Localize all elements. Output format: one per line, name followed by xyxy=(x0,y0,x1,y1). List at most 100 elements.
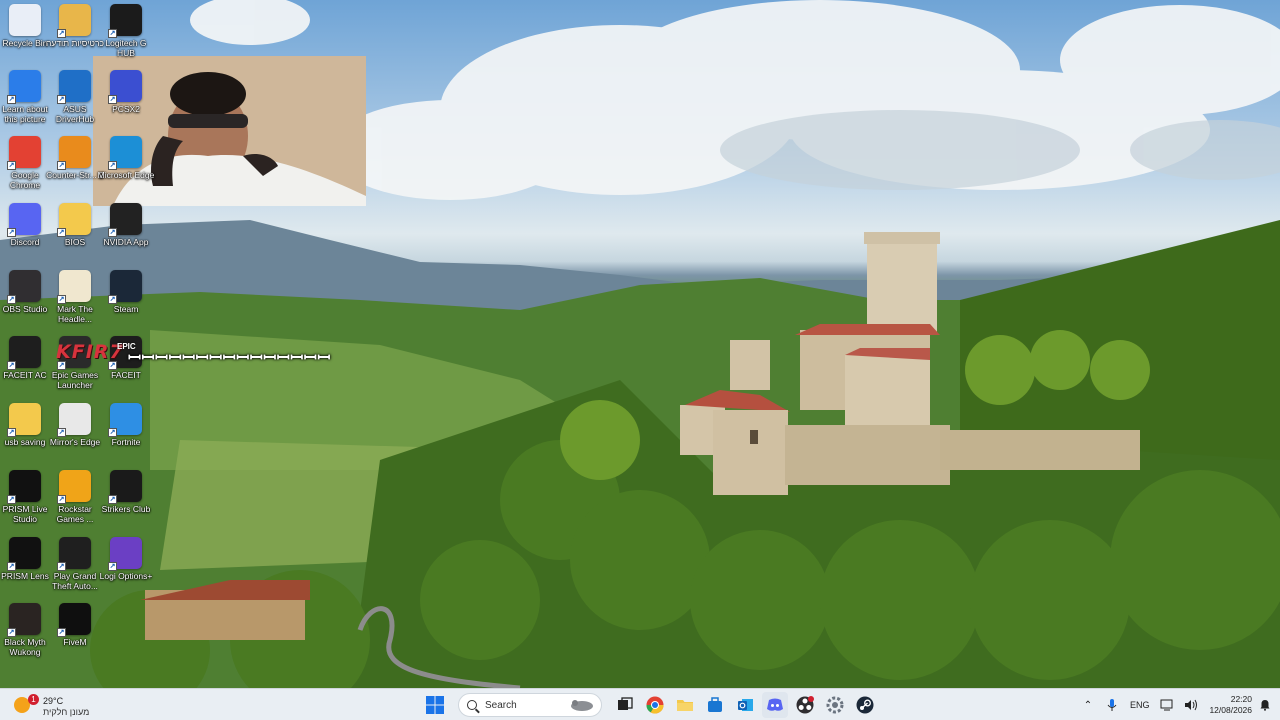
input-language-indicator[interactable]: ENG xyxy=(1130,700,1150,710)
shortcut-arrow-icon: ↗ xyxy=(57,428,66,437)
desktop-icon[interactable]: ↗ PRISM Live Studio xyxy=(0,470,50,534)
shortcut-arrow-icon: ↗ xyxy=(108,562,117,571)
desktop-icon[interactable]: ↗ Fortnite xyxy=(101,403,151,467)
desktop-icon-label: FACEIT xyxy=(111,370,141,380)
desktop-icon-label: NVIDIA App xyxy=(103,237,149,247)
kfir7-logo-text: KFIR7 xyxy=(56,341,124,363)
desktop-icon[interactable]: ↗ PRISM Lens xyxy=(0,537,50,601)
desktop-icon[interactable]: Recycle Bin xyxy=(0,4,50,68)
shortcut-arrow-icon: ↗ xyxy=(57,29,66,38)
desktop-icon[interactable]: ↗ ASUS DriverHub xyxy=(50,70,100,134)
shortcut-arrow-icon: ↗ xyxy=(7,95,16,104)
desktop-icon-label: Mark The Headle... xyxy=(57,304,93,324)
shortcut-arrow-icon: ↗ xyxy=(7,228,16,237)
fivem-icon: ↗ xyxy=(57,603,91,637)
network-icon[interactable] xyxy=(1160,698,1174,712)
settings-taskbar-button[interactable] xyxy=(822,692,848,718)
shortcut-arrow-icon: ↗ xyxy=(7,495,16,504)
desktop-icon[interactable]: ↗ FACEIT AC xyxy=(0,336,50,400)
search-placeholder: Search xyxy=(485,699,517,711)
shortcut-arrow-icon: ↗ xyxy=(108,95,117,104)
desktop-icon[interactable]: ↗ PCSX2 xyxy=(101,70,151,134)
shortcut-arrow-icon: ↗ xyxy=(108,29,117,38)
weather-widget[interactable]: 1 29°C מעונן חלקית xyxy=(10,692,100,718)
desktop-icon-label: FiveM xyxy=(63,637,87,647)
desktop-icon[interactable]: ↗ Mirror's Edge xyxy=(50,403,100,467)
system-tray: ⌃ ENG 22:20 12/08/2026 xyxy=(1076,689,1280,720)
faceit-ac-icon: ↗ xyxy=(7,336,41,370)
steam-taskbar-button[interactable] xyxy=(852,692,878,718)
glitch-text: ꟷꟷꟷꟷꟷꟷꟷꟷꟷꟷꟷꟷꟷꟷꟷ xyxy=(128,348,331,367)
shortcut-arrow-icon: ↗ xyxy=(7,361,16,370)
shortcut-arrow-icon: ↗ xyxy=(57,628,66,637)
shortcut-arrow-icon: ↗ xyxy=(7,562,16,571)
notification-bell-icon[interactable] xyxy=(1260,699,1270,711)
desktop-icon[interactable]: ↗ Counter-Str... 2 xyxy=(46,136,104,200)
desktop-icon[interactable]: ↗ Steam xyxy=(101,270,151,334)
desktop-icon[interactable]: ↗ Rockstar Games ... xyxy=(50,470,100,534)
desktop-icon[interactable]: ↗ Play Grand Theft Auto... xyxy=(50,537,100,601)
desktop-icon[interactable]: ↗ usb saving xyxy=(0,403,50,467)
shortcut-arrow-icon: ↗ xyxy=(7,428,16,437)
desktop-icon[interactable]: ↗ Strikers Club xyxy=(101,470,151,534)
taskbar-search-box[interactable]: Search xyxy=(458,693,602,717)
cartoon-icon: ↗ xyxy=(57,270,91,304)
volume-icon[interactable] xyxy=(1184,698,1198,712)
shortcut-arrow-icon: ↗ xyxy=(108,495,117,504)
shortcut-arrow-icon: ↗ xyxy=(7,161,16,170)
chrome-icon: ↗ xyxy=(7,136,41,170)
store-taskbar-button[interactable] xyxy=(702,692,728,718)
obs-icon: ↗ xyxy=(7,270,41,304)
settings-gear-icon xyxy=(826,696,844,714)
desktop-icon[interactable]: ↗ Mark The Headle... xyxy=(50,270,100,334)
desktop-icon[interactable]: ↗ כרטיסיות תודעה xyxy=(46,4,104,68)
desktop-icon-label: Mirror's Edge xyxy=(49,437,101,447)
start-button[interactable] xyxy=(422,692,448,718)
desktop-icon[interactable]: ↗ NVIDIA App xyxy=(101,203,151,267)
clock-date: 12/08/2026 xyxy=(1209,705,1252,715)
black-myth-icon: ↗ xyxy=(7,603,41,637)
taskbar-clock[interactable]: 22:20 12/08/2026 xyxy=(1209,694,1252,716)
taskbar-center: Search xyxy=(422,692,878,718)
desktop-icon[interactable]: ↗ Microsoft Edge xyxy=(98,136,154,200)
desktop-icon-label: ASUS DriverHub xyxy=(55,104,95,124)
folder-icon: ↗ xyxy=(57,203,91,237)
obs-icon xyxy=(796,696,814,714)
folder-icon: ↗ xyxy=(7,403,41,437)
outlook-icon xyxy=(737,699,753,711)
outlook-taskbar-button[interactable] xyxy=(732,692,758,718)
chrome-icon xyxy=(646,696,664,714)
taskbar: 1 29°C מעונן חלקית Search ⌃ ENG 22:20 12… xyxy=(0,688,1280,720)
shortcut-arrow-icon: ↗ xyxy=(7,628,16,637)
desktop-icon-label: Logitech G HUB xyxy=(105,38,147,58)
desktop-icon[interactable]: ↗ FiveM xyxy=(50,603,100,667)
desktop-icon-label: BIOS xyxy=(64,237,86,247)
obs-taskbar-button[interactable] xyxy=(792,692,818,718)
desktop-icon[interactable]: ↗ Learn about this picture xyxy=(0,70,50,134)
desktop-icon[interactable]: ↗ OBS Studio xyxy=(0,270,50,334)
chrome-taskbar-button[interactable] xyxy=(642,692,668,718)
desktop-icon[interactable]: ↗ BIOS xyxy=(50,203,100,267)
microphone-icon[interactable] xyxy=(1105,698,1119,712)
store-icon xyxy=(708,697,722,712)
learn-picture-icon: ↗ xyxy=(7,70,41,104)
desktop-icon-label: PCSX2 xyxy=(112,104,140,114)
strikers-club-icon: ↗ xyxy=(108,470,142,504)
shortcut-arrow-icon: ↗ xyxy=(108,428,117,437)
shortcut-arrow-icon: ↗ xyxy=(57,161,66,170)
gta-icon: ↗ xyxy=(57,537,91,571)
file-explorer-taskbar-button[interactable] xyxy=(672,692,698,718)
file-explorer-icon xyxy=(677,700,693,711)
desktop-icon[interactable]: ↗ Logitech G HUB xyxy=(101,4,151,68)
task-view-button[interactable] xyxy=(612,692,638,718)
desktop-icon-label: Fortnite xyxy=(111,437,141,447)
desktop-icon-label: Counter-Str... 2 xyxy=(46,170,104,180)
search-icon xyxy=(467,700,477,710)
mirrors-edge-icon: ↗ xyxy=(57,403,91,437)
desktop-icon[interactable]: ↗ Logi Options+ xyxy=(100,537,152,601)
show-hidden-icons-chevron-icon[interactable]: ⌃ xyxy=(1081,698,1095,712)
desktop-icon[interactable]: ↗ Google Chrome xyxy=(0,136,50,200)
desktop-icon[interactable]: ↗ Black Myth Wukong xyxy=(0,603,50,667)
discord-taskbar-button[interactable] xyxy=(762,692,788,718)
desktop-icon[interactable]: ↗ Discord xyxy=(0,203,50,267)
